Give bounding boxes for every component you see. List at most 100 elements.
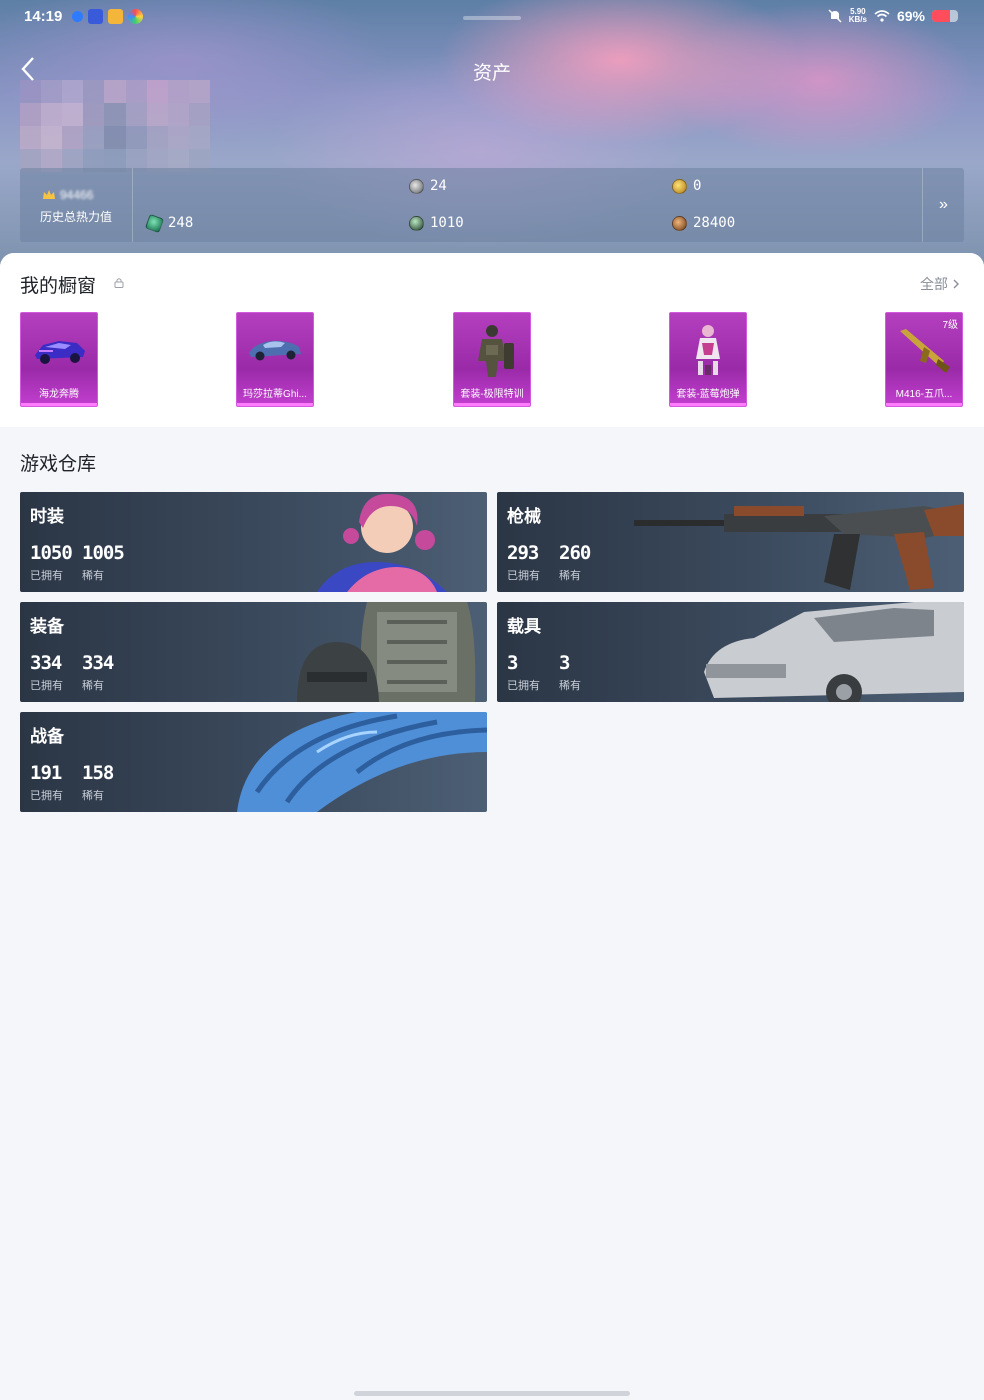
- stat-value: 248: [168, 215, 194, 231]
- heat-summary[interactable]: 94466 历史总热力值: [20, 168, 133, 242]
- card-title: 载具: [507, 617, 541, 636]
- heat-value-row: 94466: [42, 188, 93, 202]
- dark-orb-icon: [409, 215, 424, 231]
- wifi-icon: [874, 10, 890, 22]
- see-all-link[interactable]: 全部: [920, 274, 960, 294]
- browser-app-icon: [128, 9, 143, 24]
- gift-app-icon: [108, 9, 123, 24]
- owned-count: 293: [507, 542, 539, 564]
- content-sheet: 我的橱窗 全部 海龙奔腾 玛莎拉蒂Ghi... 套装-极限特训 套装-蓝莓炮弹 …: [0, 253, 984, 1400]
- stats-panel: 94466 历史总热力值 24 0 248 1010 28400 »: [20, 168, 964, 242]
- showcase-section: 我的橱窗 全部 海龙奔腾 玛莎拉蒂Ghi... 套装-极限特训 套装-蓝莓炮弹 …: [0, 253, 984, 427]
- app-notification-icon: [72, 11, 83, 22]
- stat-value: 24: [430, 178, 447, 194]
- showcase-item-label: 套装-蓝莓炮弹: [676, 389, 740, 400]
- card-title: 枪械: [507, 507, 541, 526]
- owned-label: 已拥有: [507, 680, 540, 692]
- soldier-outfit-image: [478, 325, 514, 377]
- stat-bronze-coin: 28400: [672, 215, 735, 231]
- rarity-glow: [21, 403, 97, 406]
- bronze-coin-icon: [672, 215, 687, 231]
- double-chevron-right-icon: »: [939, 196, 948, 213]
- warehouse-card-outfits[interactable]: 时装 1050 1005 已拥有 稀有: [20, 492, 487, 592]
- rare-count: 3: [559, 652, 570, 674]
- rare-count: 260: [559, 542, 591, 564]
- showcase-item-label: 套装-极限特训: [460, 389, 524, 400]
- battery-percent: 69%: [896, 8, 925, 24]
- owned-label: 已拥有: [30, 790, 63, 802]
- gold-coin-icon: [672, 178, 687, 194]
- stats-expand-button[interactable]: »: [922, 168, 964, 242]
- showcase-item-car-skin[interactable]: 玛莎拉蒂Ghi...: [236, 312, 314, 407]
- owned-count: 191: [30, 762, 62, 784]
- sports-car-image: [249, 340, 301, 361]
- rifle-image: [900, 329, 950, 373]
- owned-count: 1050: [30, 542, 73, 564]
- rare-label: 稀有: [82, 680, 104, 692]
- rare-label: 稀有: [559, 570, 581, 582]
- chevron-right-icon: [953, 279, 959, 289]
- showcase-item-label: 玛莎拉蒂Ghi...: [243, 389, 307, 400]
- showcase-item-outfit-training[interactable]: 套装-极限特训: [453, 312, 531, 407]
- battery-fill: [932, 10, 950, 22]
- rare-label: 稀有: [559, 680, 581, 692]
- owned-label: 已拥有: [507, 570, 540, 582]
- status-time: 14:19: [24, 8, 63, 25]
- card-title: 装备: [30, 617, 64, 636]
- camera-notch: [463, 16, 521, 20]
- character-outfit-image: [696, 325, 720, 375]
- rarity-glow: [886, 403, 962, 406]
- sedan-car-image: [704, 602, 964, 702]
- status-right: 5.90 KB/s 69%: [828, 8, 958, 24]
- owned-label: 已拥有: [30, 680, 63, 692]
- rare-count: 158: [82, 762, 114, 784]
- heat-label: 历史总热力值: [40, 210, 113, 224]
- stat-silver-coin: 24: [409, 178, 447, 194]
- warehouse-card-vehicles[interactable]: 载具 3 3 已拥有 稀有: [497, 602, 964, 702]
- rare-count: 334: [82, 652, 114, 674]
- warehouse-title: 游戏仓库: [20, 454, 97, 475]
- race-car-image: [35, 341, 85, 364]
- helmet-and-vest-image: [297, 602, 476, 702]
- showcase-item-outfit-blueberry[interactable]: 套装-蓝莓炮弹: [669, 312, 747, 407]
- crown-icon: [43, 190, 55, 199]
- owned-count: 3: [507, 652, 518, 674]
- rare-label: 稀有: [82, 790, 104, 802]
- green-gem-icon: [144, 213, 165, 233]
- showcase-item-m416-skin[interactable]: 7级 M416-五爪...: [885, 312, 963, 407]
- heat-value: 94466: [60, 188, 94, 202]
- rare-label: 稀有: [82, 570, 104, 582]
- owned-count: 334: [30, 652, 62, 674]
- warehouse-card-equipment[interactable]: 装备 334 334 已拥有 稀有: [20, 602, 487, 702]
- stat-value: 28400: [693, 215, 736, 231]
- page-title: 资产: [472, 63, 511, 84]
- home-indicator[interactable]: [354, 1391, 630, 1396]
- calendar-app-icon: [88, 9, 103, 24]
- stat-green-gem: 248: [144, 213, 194, 233]
- assault-rifle-image: [634, 504, 964, 590]
- see-all-label: 全部: [920, 276, 948, 292]
- stat-value: 0: [693, 178, 702, 194]
- owned-label: 已拥有: [30, 570, 63, 582]
- notification-icons: [72, 9, 143, 24]
- warehouse-card-supplies[interactable]: 战备 191 158 已拥有 稀有: [20, 712, 487, 812]
- showcase-item-label: M416-五爪...: [895, 389, 953, 400]
- showcase-title: 我的橱窗: [20, 276, 97, 297]
- character-portrait-image: [317, 493, 447, 592]
- net-speed: 5.90 KB/s: [849, 8, 867, 24]
- showcase-item-vehicle-skin[interactable]: 海龙奔腾: [20, 312, 98, 407]
- warehouse-card-firearms[interactable]: 枪械 293 260 已拥有 稀有: [497, 492, 964, 592]
- rarity-glow: [237, 403, 313, 406]
- stat-value: 1010: [430, 215, 464, 231]
- stat-dark-orb: 1010: [409, 215, 464, 231]
- parachute-image: [237, 712, 487, 812]
- rare-count: 1005: [82, 542, 125, 564]
- showcase-item-label: 海龙奔腾: [39, 389, 79, 400]
- card-title: 战备: [30, 727, 64, 746]
- net-speed-unit: KB/s: [848, 15, 867, 24]
- rarity-glow: [670, 403, 746, 406]
- header-background: 14:19 5.90 KB/s 69% 资产 94466 历史总热力值 24 0…: [0, 0, 984, 270]
- lock-icon: [114, 278, 124, 288]
- mute-bell-icon: [828, 9, 842, 23]
- stat-gold-coin: 0: [672, 178, 701, 194]
